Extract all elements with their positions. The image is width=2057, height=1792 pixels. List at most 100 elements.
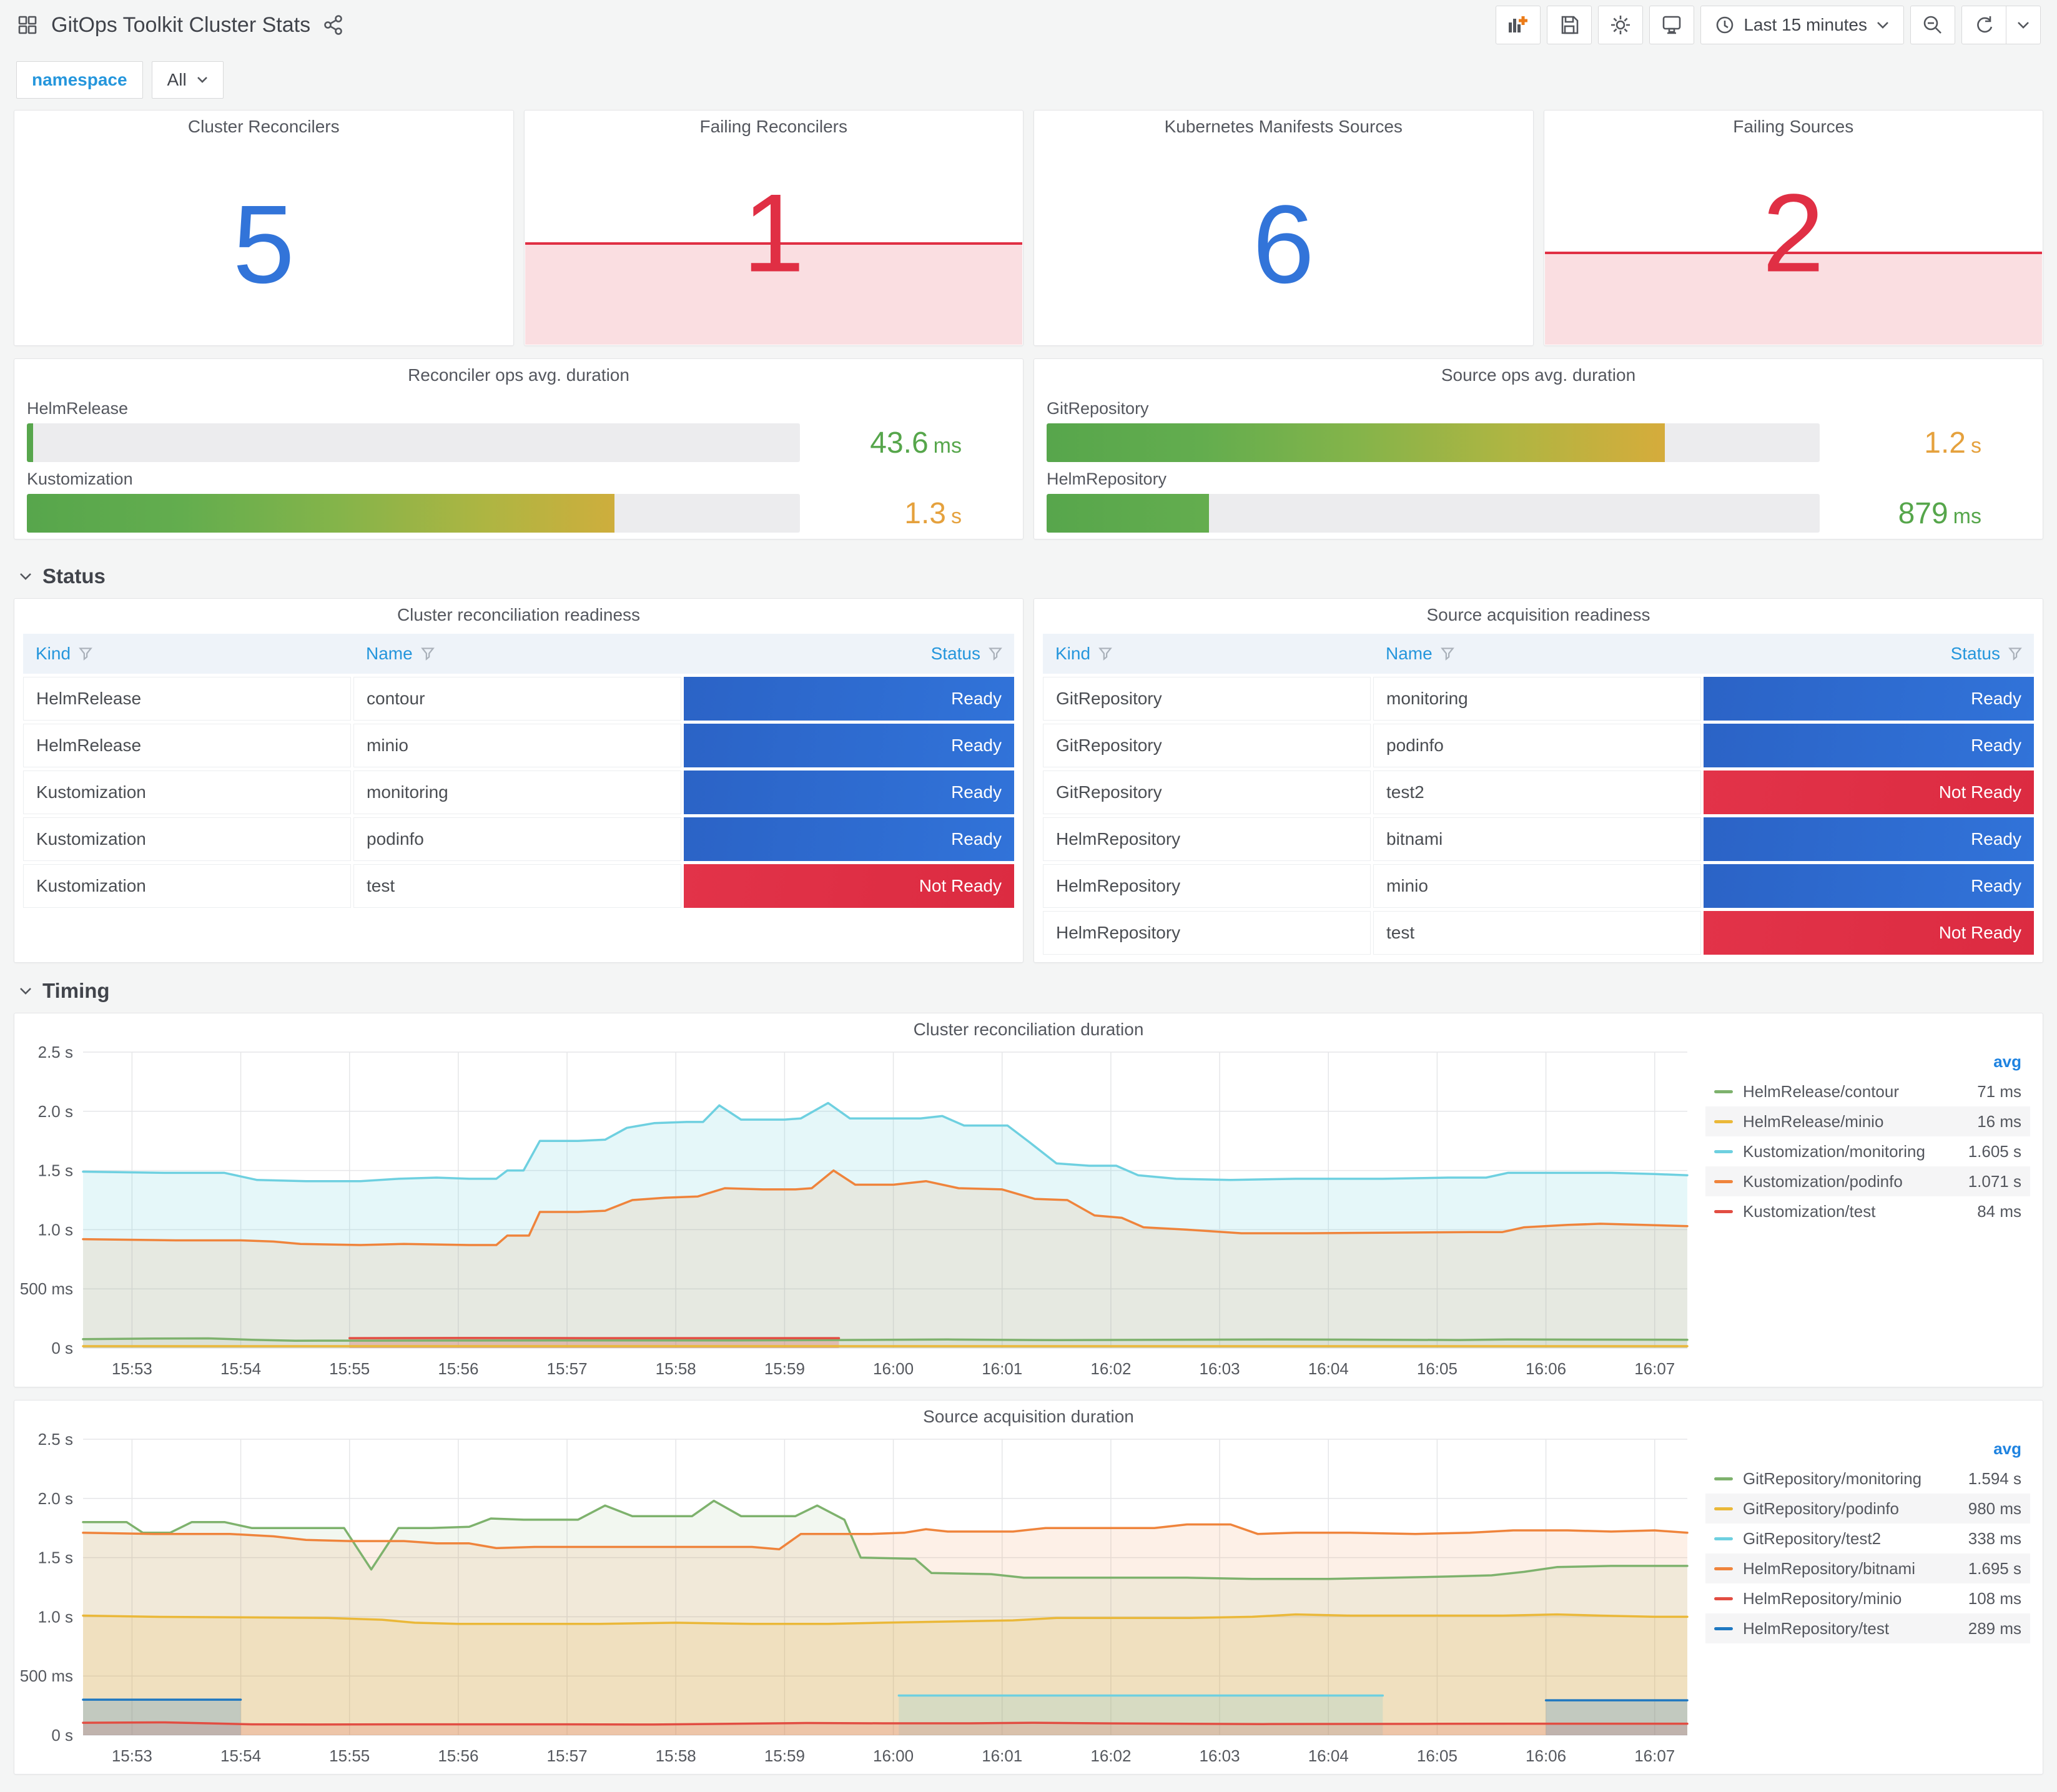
bargauge-panel-source-ops: Source ops avg. duration GitRepository 1… <box>1033 358 2043 539</box>
chevron-down-icon <box>19 987 32 995</box>
legend-item[interactable]: HelmRelease/contour 71 ms <box>1705 1076 2030 1106</box>
series-color-dash <box>1714 1567 1733 1570</box>
legend-item[interactable]: HelmRelease/minio 16 ms <box>1705 1106 2030 1136</box>
column-header-kind[interactable]: Kind <box>1043 644 1373 664</box>
refresh-button[interactable] <box>1961 6 2006 44</box>
gauge-value: 1.3 s <box>904 496 962 530</box>
namespace-variable-value-dropdown[interactable]: All <box>151 61 224 99</box>
svg-text:16:00: 16:00 <box>873 1746 914 1765</box>
status-badge: Ready <box>684 724 1014 767</box>
time-range-picker[interactable]: Last 15 minutes <box>1700 6 1904 44</box>
save-icon <box>1559 14 1580 36</box>
column-header-name[interactable]: Name <box>1373 644 1704 664</box>
legend-item[interactable]: HelmRepository/bitnami 1.695 s <box>1705 1553 2030 1583</box>
gauge-row: GitRepository 1.2 s <box>1047 399 2020 462</box>
gauge-track <box>1047 423 1820 462</box>
stat-value: 1 <box>742 170 805 295</box>
svg-text:15:54: 15:54 <box>220 1359 261 1378</box>
stat-panel-manifests-sources: Kubernetes Manifests Sources 6 <box>1033 110 1534 346</box>
legend-item[interactable]: Kustomization/test 84 ms <box>1705 1196 2030 1226</box>
gear-icon <box>1609 14 1632 36</box>
legend-item[interactable]: Kustomization/podinfo 1.071 s <box>1705 1166 2030 1196</box>
refresh-interval-dropdown[interactable] <box>2006 6 2041 44</box>
panel-title[interactable]: Cluster reconciliation duration <box>14 1013 2043 1046</box>
top-navbar: GitOps Toolkit Cluster Stats Last 15 min… <box>0 0 2057 50</box>
legend-item[interactable]: GitRepository/podinfo 980 ms <box>1705 1494 2030 1524</box>
cycle-view-button[interactable] <box>1649 6 1695 44</box>
svg-text:15:53: 15:53 <box>112 1746 152 1765</box>
panel-title[interactable]: Source ops avg. duration <box>1034 359 2043 391</box>
section-header-timing[interactable]: Timing <box>14 968 2043 1013</box>
series-color-dash <box>1714 1209 1733 1213</box>
series-color-dash <box>1714 1477 1733 1480</box>
svg-text:15:54: 15:54 <box>220 1746 261 1765</box>
legend-item[interactable]: Kustomization/monitoring 1.605 s <box>1705 1136 2030 1166</box>
legend-avg-header[interactable]: avg <box>1705 1050 2030 1076</box>
legend-avg-header[interactable]: avg <box>1705 1437 2030 1464</box>
column-header-status[interactable]: Status <box>1704 644 2034 664</box>
series-color-dash <box>1714 1627 1733 1630</box>
svg-text:15:58: 15:58 <box>656 1359 696 1378</box>
gauge-track <box>1047 494 1820 533</box>
legend-item[interactable]: HelmRepository/test 289 ms <box>1705 1613 2030 1643</box>
stat-panel-failing-reconcilers: Failing Reconcilers 1 <box>523 110 1024 346</box>
status-badge: Ready <box>1704 817 2034 861</box>
gauge-row: HelmRelease 43.6 ms <box>27 399 1000 462</box>
stat-value: 2 <box>1762 170 1825 295</box>
stats-row: Cluster Reconcilers 5 Failing Reconciler… <box>14 110 2043 346</box>
svg-text:15:59: 15:59 <box>764 1359 805 1378</box>
panel-title[interactable]: Cluster Reconcilers <box>14 111 513 143</box>
svg-text:16:06: 16:06 <box>1526 1359 1566 1378</box>
timeseries-panel-cluster-reconciliation: Cluster reconciliation duration 0 s 500 m… <box>14 1013 2043 1387</box>
panel-title[interactable]: Kubernetes Manifests Sources <box>1034 111 1533 143</box>
svg-text:1.0 s: 1.0 s <box>38 1220 73 1239</box>
gauge-value: 1.2 s <box>1924 426 1981 460</box>
namespace-variable-label[interactable]: namespace <box>16 61 143 99</box>
svg-text:16:00: 16:00 <box>873 1359 914 1378</box>
svg-text:15:56: 15:56 <box>438 1359 478 1378</box>
gauge-row: HelmRepository 879 ms <box>1047 470 2020 533</box>
legend-item[interactable]: HelmRepository/minio 108 ms <box>1705 1583 2030 1613</box>
svg-text:16:04: 16:04 <box>1308 1359 1349 1378</box>
stat-panel-failing-sources: Failing Sources 2 <box>1543 110 2043 346</box>
column-header-name[interactable]: Name <box>353 644 684 664</box>
panel-title[interactable]: Failing Sources <box>1544 111 2043 143</box>
svg-text:16:07: 16:07 <box>1634 1746 1675 1765</box>
dashboard-settings-button[interactable] <box>1598 6 1644 44</box>
svg-text:1.5 s: 1.5 s <box>38 1161 73 1180</box>
status-badge: Not Ready <box>1704 911 2034 955</box>
bargauge-panel-reconciler-ops: Reconciler ops avg. duration HelmRelease… <box>14 358 1024 539</box>
add-panel-button[interactable] <box>1496 6 1541 44</box>
panel-title[interactable]: Reconciler ops avg. duration <box>14 359 1023 391</box>
source-acquisition-chart[interactable]: 0 s 500 ms 1.0 s 1.5 s 2.0 s 2.5 s 15:53 15:54 1… <box>20 1430 1696 1769</box>
legend-item[interactable]: GitRepository/test2 338 ms <box>1705 1524 2030 1553</box>
timeseries-plot-svg: 0 s 500 ms 1.0 s 1.5 s 2.0 s 2.5 s 15:53 15:54 1… <box>20 1043 1689 1378</box>
page-title: GitOps Toolkit Cluster Stats <box>51 12 311 37</box>
save-dashboard-button[interactable] <box>1547 6 1592 44</box>
gauge-value: 879 ms <box>1898 496 1981 530</box>
svg-text:15:53: 15:53 <box>112 1359 152 1378</box>
gauges-row: Reconciler ops avg. duration HelmRelease… <box>14 358 2043 539</box>
column-header-status[interactable]: Status <box>684 644 1014 664</box>
svg-text:16:03: 16:03 <box>1200 1359 1240 1378</box>
table-row: GitRepository test2 Not Ready <box>1043 770 2034 814</box>
status-badge: Ready <box>1704 724 2034 767</box>
panel-title[interactable]: Source acquisition readiness <box>1034 599 2043 631</box>
panel-title[interactable]: Cluster reconciliation readiness <box>14 599 1023 631</box>
chevron-down-icon <box>19 572 32 581</box>
section-header-status[interactable]: Status <box>14 553 2043 598</box>
status-badge: Not Ready <box>684 864 1014 908</box>
legend-item[interactable]: GitRepository/monitoring 1.594 s <box>1705 1464 2030 1494</box>
panel-title[interactable]: Source acquisition duration <box>14 1401 2043 1433</box>
dashboard-grid-icon[interactable] <box>16 14 39 36</box>
status-badge: Ready <box>684 770 1014 814</box>
cluster-reconciliation-chart[interactable]: 0 s 500 ms 1.0 s 1.5 s 2.0 s 2.5 s 15:53 15:54 1… <box>20 1043 1696 1382</box>
series-color-dash <box>1714 1537 1733 1540</box>
zoom-out-button[interactable] <box>1910 6 1955 44</box>
panel-title[interactable]: Failing Reconcilers <box>525 111 1024 143</box>
table-row: Kustomization test Not Ready <box>23 864 1014 908</box>
svg-text:15:55: 15:55 <box>329 1359 370 1378</box>
svg-text:15:55: 15:55 <box>329 1746 370 1765</box>
share-icon[interactable] <box>323 14 344 36</box>
column-header-kind[interactable]: Kind <box>23 644 353 664</box>
